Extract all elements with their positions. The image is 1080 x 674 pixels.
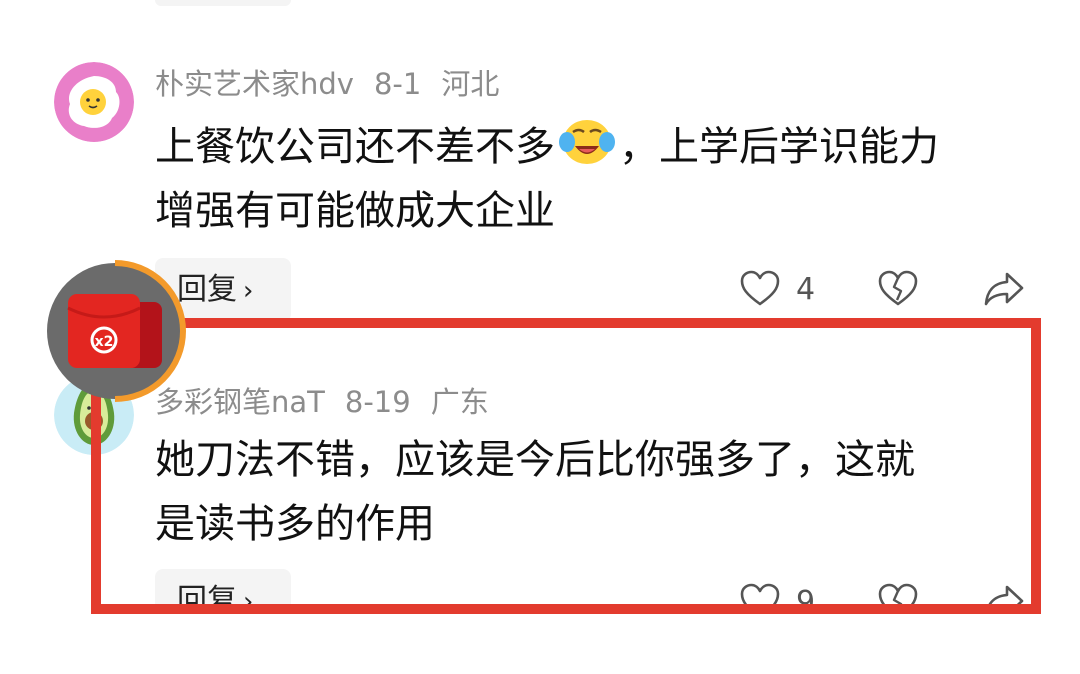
author-name[interactable]: 朴实艺术家hdv bbox=[155, 67, 354, 101]
like-button[interactable]: 4 bbox=[740, 270, 815, 308]
crying-laughing-emoji-icon bbox=[559, 120, 615, 164]
comment-date: 8-1 bbox=[373, 67, 422, 101]
comment-text: 她刀法不错，应该是今后比你强多了，这就 是读书多的作用 bbox=[155, 437, 915, 547]
heart-icon bbox=[740, 270, 780, 306]
share-arrow-icon bbox=[984, 272, 1024, 306]
broken-heart-icon bbox=[878, 270, 918, 306]
avatar[interactable] bbox=[54, 62, 134, 142]
broken-heart-icon bbox=[878, 583, 918, 605]
comment-meta: 朴实艺术家hdv 8-1 河北 bbox=[155, 70, 499, 99]
share-button[interactable] bbox=[983, 270, 1025, 308]
share-arrow-icon bbox=[987, 585, 1024, 605]
like-count: 4 bbox=[796, 271, 816, 307]
heart-icon bbox=[740, 583, 780, 605]
reply-button[interactable]: 回复 › bbox=[155, 569, 291, 605]
share-button[interactable] bbox=[983, 583, 1025, 605]
red-packet-widget[interactable]: x2 bbox=[44, 260, 186, 402]
red-packet-badge: x2 bbox=[95, 334, 114, 350]
comment-text: 上餐饮公司还不差不多 ，上学后学识能力 增强有可能做成大企业 bbox=[155, 115, 1025, 243]
comment-location: 广东 bbox=[430, 385, 489, 419]
dislike-button[interactable] bbox=[878, 583, 918, 605]
comment-meta: 多彩钢笔naT 8-19 广东 bbox=[155, 388, 489, 417]
comment-location: 河北 bbox=[441, 67, 500, 101]
egg-avatar-icon bbox=[54, 62, 134, 142]
clipped-action-row: 回复 › 9 bbox=[0, 565, 1080, 605]
chevron-right-icon: › bbox=[243, 587, 254, 605]
like-count: 9 bbox=[796, 584, 816, 606]
dislike-button[interactable] bbox=[878, 270, 918, 308]
comment-date: 8-19 bbox=[344, 385, 411, 419]
red-packet-icon: x2 bbox=[47, 260, 186, 402]
chevron-right-icon: › bbox=[243, 276, 254, 306]
previous-reply-button-stub bbox=[155, 0, 291, 6]
like-button[interactable]: 9 bbox=[740, 583, 815, 605]
